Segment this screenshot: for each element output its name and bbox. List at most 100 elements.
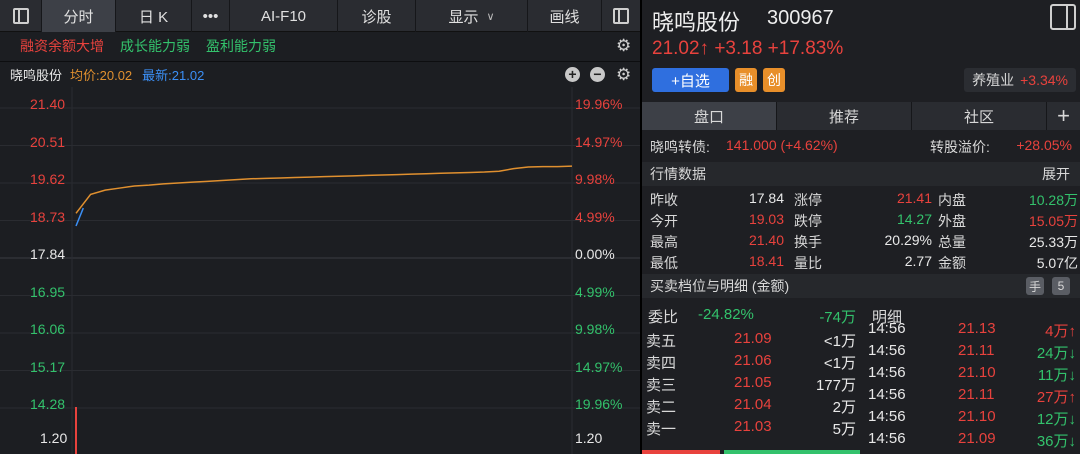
orderbook-row[interactable]: 卖五 21.09 <1万 [642,330,862,352]
display-dropdown[interactable]: 显示 ∨ [416,0,528,32]
y-tick-left: 15.17 [30,358,66,375]
zoom-out-icon[interactable]: − [590,67,605,82]
level-volume: 2万 [832,399,856,416]
tag-growth[interactable]: 成长能力弱 [120,36,190,56]
level-volume: <1万 [823,333,856,350]
level-label: 卖三 [646,377,677,394]
zoom-in-icon[interactable]: + [565,67,580,82]
detail-row: 14:56 21.11 27万↑ [864,386,1080,408]
sidebar-icon [613,8,629,24]
industry-change: +3.34% [1020,72,1068,88]
y-tick-left: 19.62 [30,171,66,187]
tag-profit[interactable]: 盈利能力弱 [206,36,276,56]
expand-button[interactable]: 展开 [1042,164,1070,184]
chart-settings-gear-icon[interactable]: ⚙ [616,65,631,85]
panel-toggle-button[interactable] [602,0,640,32]
y-tick-right: 14.97% [575,358,623,375]
toggle-panel-button[interactable] [0,0,42,32]
sidebar-icon [12,8,29,24]
tab-diagnose[interactable]: 诊股 [338,0,416,32]
sidebar-toggle-icon[interactable] [1050,4,1076,30]
detail-row: 14:56 21.11 24万↓ [864,342,1080,364]
depth-level-toggle[interactable]: 5 [1052,277,1070,295]
y-tick-left: 16.95 [30,283,66,300]
y-tick-left: 18.73 [30,208,66,225]
volume-tick-left: 1.20 [40,430,68,446]
level-price: 21.09 [734,330,772,347]
y-tick-left: 16.06 [30,321,66,337]
sell-ratio-bar [642,450,720,454]
tab-daily-k[interactable]: 日 K [116,0,192,32]
quote-key: 量比 [794,255,822,271]
quote-key: 跌停 [794,213,822,229]
quote-value: 21.41 [896,190,932,206]
quote-value: 10.28万 [1028,192,1078,208]
quote-value: 5.07亿 [1036,255,1078,271]
detail-time: 14:56 [868,342,906,359]
add-tab-button[interactable]: + [1047,102,1080,130]
intraday-chart-svg [0,87,640,454]
detail-price: 21.11 [958,386,995,403]
tag-bar: 融资余额大增 成长能力弱 盈利能力弱 [0,32,640,60]
y-tick-right: 14.97% [575,133,623,150]
stock-code: 300967 [767,7,834,29]
bond-label: 晓鸣转债: [650,139,710,155]
detail-price: 21.11 [958,342,995,359]
add-watchlist-button[interactable]: +自选 [652,68,729,92]
tab-ai-f10[interactable]: AI-F10 [230,0,338,32]
y-tick-right: 19.96% [575,396,623,412]
quote-value: 20.29% [884,232,932,248]
tab-community[interactable]: 社区 [912,102,1047,130]
draw-button[interactable]: 画线 [528,0,602,32]
orderbook-row[interactable]: 卖四 21.06 <1万 [642,352,862,374]
quote-key: 总量 [938,234,966,250]
tab-orderbook[interactable]: 盘口 [642,102,777,130]
level-label: 卖二 [646,399,677,416]
industry-chip[interactable]: 养殖业 +3.34% [964,68,1076,92]
hand-unit-toggle[interactable]: 手 [1026,277,1044,295]
chart-stock-name: 晓鸣股份 [10,68,63,83]
weibi-amount: -74万 [819,309,856,326]
y-tick-right: 9.98% [575,171,615,187]
detail-time: 14:56 [868,408,906,425]
level-label: 卖一 [646,421,677,438]
detail-time: 14:56 [868,386,906,403]
detail-price: 21.10 [958,364,996,381]
detail-time: 14:56 [868,430,906,447]
quote-key: 昨收 [650,192,678,208]
orderbook-row[interactable]: 卖二 21.04 2万 [642,396,862,418]
y-tick-left: 17.84 [30,246,66,262]
tab-intraday[interactable]: 分时 [42,0,116,32]
quote-section-title: 行情数据 [650,166,706,182]
volume-tick-right: 1.20 [575,430,603,446]
quote-value: 18.41 [748,253,784,269]
intraday-chart[interactable]: 21.40 19.96% 20.51 14.97% 19.62 9.98% 18.73 4.9… [0,87,640,454]
tab-recommend[interactable]: 推荐 [777,102,912,130]
chart-panel: 分时 日 K ••• AI-F10 诊股 显示 ∨ 画线 融资余额大增 成长能力弱… [0,0,640,454]
settings-gear-icon[interactable]: ⚙ [616,36,631,56]
volume-bar [75,407,77,454]
orderbook-row[interactable]: 卖一 21.03 5万 [642,418,862,440]
quote-value: 21.40 [748,232,784,248]
industry-name: 养殖业 [972,72,1015,88]
avg-price-line [75,165,573,214]
more-menu-button[interactable]: ••• [192,0,230,32]
growth-board-badge[interactable]: 创 [763,68,785,92]
detail-volume: 36万↓ [1036,433,1076,450]
chart-toolbar: 分时 日 K ••• AI-F10 诊股 显示 ∨ 画线 [0,0,640,32]
detail-volume: 12万↓ [1036,411,1076,428]
detail-row: 14:56 21.09 36万↓ [864,430,1080,452]
margin-badge[interactable]: 融 [735,68,757,92]
orderbook-row[interactable]: 卖三 21.05 177万 [642,374,862,396]
quote-key: 内盘 [938,192,966,208]
weibi-pct: -24.82% [698,306,754,323]
detail-price: 21.10 [958,408,996,425]
quote-value: 17.84 [748,190,784,206]
weibi-row: 委比 -24.82% -74万 [642,306,862,326]
tag-margin[interactable]: 融资余额大增 [20,36,104,56]
orderbook-section-title: 买卖档位与明细 (金额) [650,278,790,294]
quote-panel: 晓鸣股份 300967 21.02↑ +3.18 +17.83% +自选 融 创… [642,0,1080,454]
quote-key: 今开 [650,213,678,229]
detail-volume: 4万↑ [1045,323,1076,340]
quote-key: 金额 [938,255,966,271]
